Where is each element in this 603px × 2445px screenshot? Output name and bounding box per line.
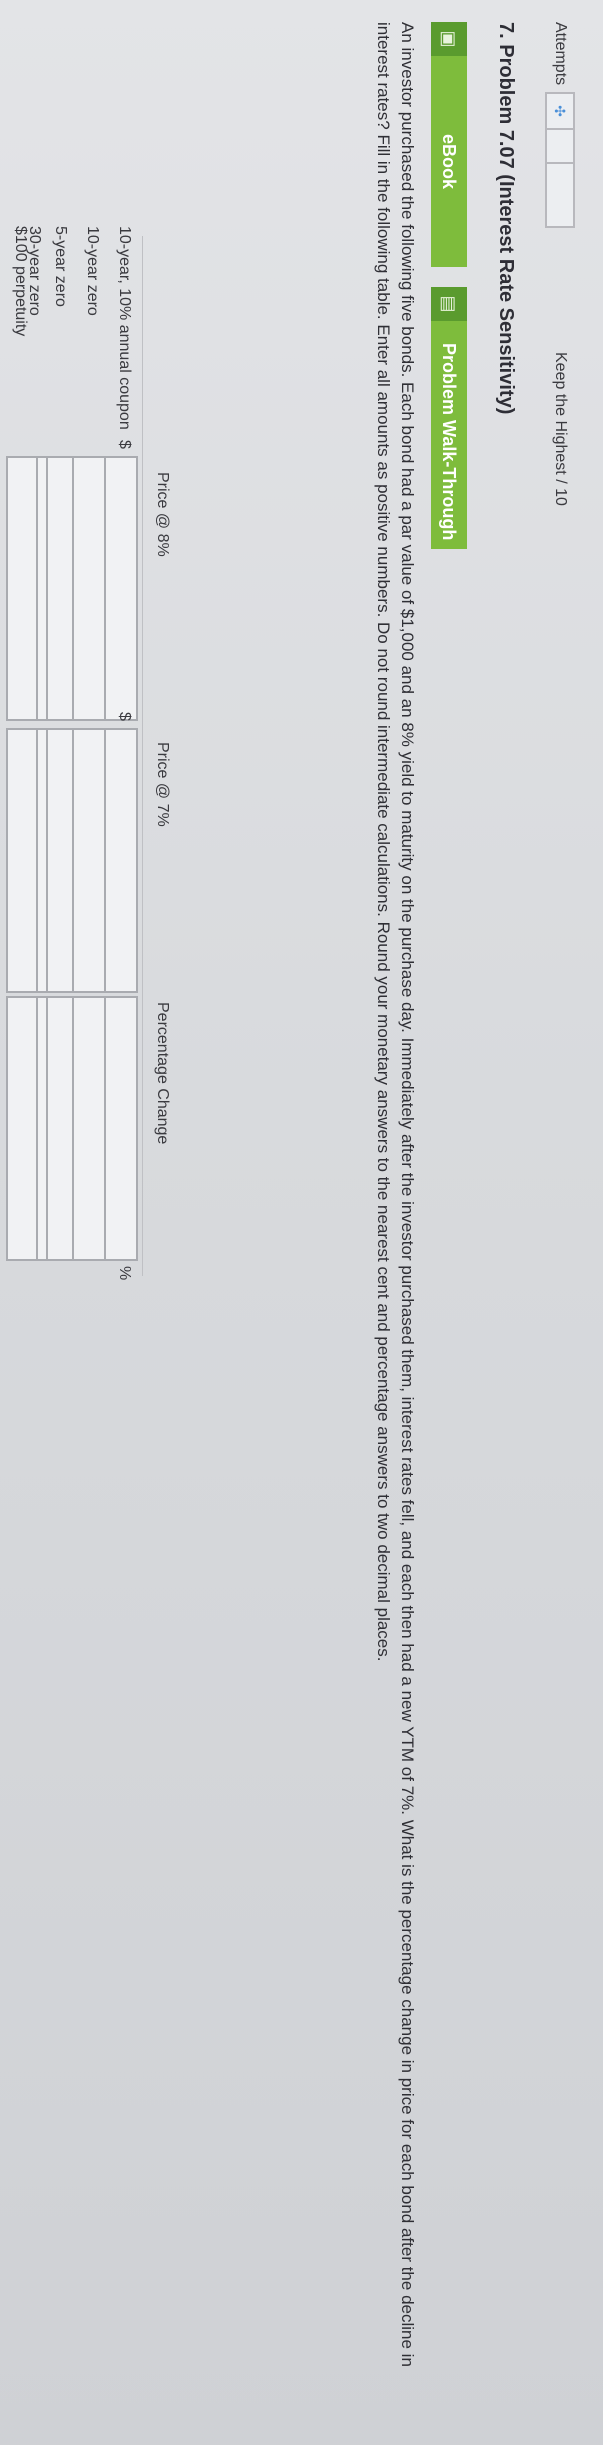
row-label: $100 perpetuity (12, 226, 29, 337)
problem-page: Attempts ✣ Keep the Highest / 10 7. Prob… (0, 0, 603, 2445)
percentage-change-input[interactable] (70, 996, 106, 1261)
tab-walk-through-body[interactable]: Problem Walk-Through (431, 321, 467, 549)
row-label: 10-year, 10% annual coupon (116, 226, 133, 430)
tab-problem-walk-through[interactable]: ▤ Problem Walk-Through (431, 287, 467, 549)
attempt-cell (547, 162, 573, 226)
spinner-icon: ✣ (552, 105, 568, 117)
header-price-8: Price @ 8% (154, 472, 171, 557)
video-icon: ▤ (431, 287, 467, 321)
price-7-input[interactable] (102, 728, 138, 993)
tab-walk-through-label: Problem Walk-Through (439, 343, 459, 541)
tab-ebook-body[interactable]: eBook (431, 56, 467, 267)
attempt-cell: ✣ (547, 94, 573, 130)
header-divider (142, 236, 143, 1276)
row-label: 5-year zero (52, 226, 69, 307)
percent-sign: % (116, 1266, 133, 1281)
row-label: 10-year zero (84, 226, 101, 316)
price-7-input[interactable] (6, 728, 38, 993)
price-8-input[interactable] (70, 456, 106, 721)
book-icon: ▣ (431, 22, 467, 56)
tab-ebook[interactable]: ▣ eBook (431, 22, 467, 267)
header-percentage-change: Percentage Change (154, 1002, 171, 1145)
attempt-cell (547, 128, 573, 164)
percentage-change-input[interactable] (6, 996, 38, 1261)
tab-ebook-label: eBook (439, 133, 459, 189)
price-8-input[interactable] (6, 456, 38, 721)
problem-description: An investor purchased the following five… (374, 22, 417, 2367)
attempts-label: Attempts (552, 22, 569, 86)
keep-highest-text: Keep the Highest / 10 (552, 352, 569, 506)
price-7-input[interactable] (70, 728, 106, 993)
percentage-change-input[interactable] (102, 996, 138, 1261)
attempts-progress: ✣ (545, 92, 575, 228)
problem-title: 7. Problem 7.07 (Interest Rate Sensitivi… (495, 22, 517, 415)
header-price-7: Price @ 7% (154, 742, 171, 827)
price-8-input[interactable] (102, 456, 138, 721)
dollar-sign: $ (116, 440, 133, 449)
dollar-sign: $ (116, 712, 133, 721)
